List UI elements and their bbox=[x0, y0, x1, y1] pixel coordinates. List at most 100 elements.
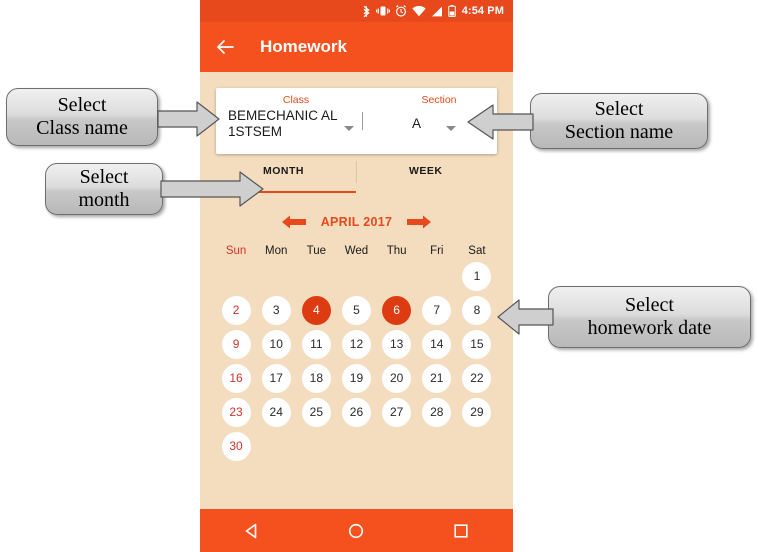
current-month-label: APRIL 2017 bbox=[320, 215, 393, 229]
arrow-left-icon[interactable] bbox=[281, 214, 307, 230]
calendar-day-17[interactable]: 17 bbox=[261, 363, 291, 393]
calendar-day-30[interactable]: 30 bbox=[221, 431, 251, 461]
calendar-day-empty bbox=[302, 432, 331, 461]
calendar-day-16[interactable]: 16 bbox=[221, 363, 251, 393]
calendar-cell bbox=[296, 431, 336, 461]
calendar-cell: 11 bbox=[296, 329, 336, 359]
dow-sat: Sat bbox=[468, 245, 486, 257]
calendar-cell: 18 bbox=[296, 363, 336, 393]
chevron-down-icon[interactable] bbox=[344, 126, 354, 131]
calendar-cell: 13 bbox=[377, 329, 417, 359]
dow-thu: Thu bbox=[386, 245, 407, 257]
calendar-week-row: 9 10 11 12 13 14 15 bbox=[216, 329, 497, 359]
calendar-day-13[interactable]: 13 bbox=[382, 329, 412, 359]
chevron-down-icon[interactable] bbox=[446, 126, 456, 131]
calendar-cell: 20 bbox=[377, 363, 417, 393]
calendar-cell bbox=[336, 261, 376, 291]
calendar-day-20[interactable]: 20 bbox=[382, 363, 412, 393]
callout-month: Select month bbox=[45, 163, 163, 215]
calendar-cell bbox=[336, 431, 376, 461]
calendar-day-27[interactable]: 27 bbox=[382, 397, 412, 427]
calendar-day-15[interactable]: 15 bbox=[462, 329, 492, 359]
callout-section-line1: Select bbox=[594, 98, 644, 120]
calendar-day-2[interactable]: 2 bbox=[221, 295, 251, 325]
calendar-day-24[interactable]: 24 bbox=[261, 397, 291, 427]
calendar-cell: 14 bbox=[417, 329, 457, 359]
calendar-day-23[interactable]: 23 bbox=[221, 397, 251, 427]
page-title: Homework bbox=[260, 37, 347, 56]
callout-month-line1: Select bbox=[79, 166, 129, 188]
callout-class-line1: Select bbox=[57, 94, 107, 116]
calendar-day-empty bbox=[422, 432, 451, 461]
calendar-day-empty bbox=[262, 432, 291, 461]
calendar-cell: 29 bbox=[457, 397, 497, 427]
callout-section-line2: Section name bbox=[564, 121, 674, 143]
calendar-day-22[interactable]: 22 bbox=[462, 363, 492, 393]
calendar-day-empty bbox=[422, 262, 451, 291]
calendar-cell bbox=[417, 261, 457, 291]
calendar-day-4[interactable]: 4 bbox=[301, 295, 331, 325]
calendar-day-5[interactable]: 5 bbox=[341, 295, 371, 325]
alarm-icon bbox=[395, 5, 407, 17]
calendar-cell: 6 bbox=[377, 295, 417, 325]
recents-square-icon[interactable] bbox=[451, 521, 471, 541]
calendar-cell bbox=[216, 261, 256, 291]
dow-fri: Fri bbox=[430, 245, 444, 257]
home-circle-icon[interactable] bbox=[346, 521, 366, 541]
wifi-icon bbox=[412, 5, 426, 17]
calendar-day-9[interactable]: 9 bbox=[221, 329, 251, 359]
calendar-day-12[interactable]: 12 bbox=[341, 329, 371, 359]
battery-icon bbox=[447, 5, 456, 17]
calendar-day-empty bbox=[302, 262, 331, 291]
status-bar-clock: 4:54 PM bbox=[461, 5, 504, 17]
callout-arrow-class bbox=[157, 101, 220, 137]
calendar-day-28[interactable]: 28 bbox=[422, 397, 452, 427]
calendar-day-29[interactable]: 29 bbox=[462, 397, 492, 427]
dow-mon: Mon bbox=[265, 245, 288, 257]
calendar-day-6[interactable]: 6 bbox=[382, 295, 412, 325]
calendar-week-row: 2345678 bbox=[216, 295, 497, 325]
calendar-cell: 3 bbox=[256, 295, 296, 325]
calendar-day-21[interactable]: 21 bbox=[422, 363, 452, 393]
dow-tue: Tue bbox=[306, 245, 327, 257]
dow-sun: Sun bbox=[225, 245, 247, 257]
calendar-day-25[interactable]: 25 bbox=[301, 397, 331, 427]
calendar-cell: 17 bbox=[256, 363, 296, 393]
calendar-day-empty bbox=[462, 432, 491, 461]
section-value: A bbox=[412, 116, 422, 131]
calendar-cell: 12 bbox=[336, 329, 376, 359]
calendar-cell: 19 bbox=[336, 363, 376, 393]
calendar-day-10[interactable]: 10 bbox=[261, 329, 291, 359]
calendar-day-7[interactable]: 7 bbox=[422, 295, 452, 325]
calendar-cell bbox=[296, 261, 336, 291]
calendar-day-8[interactable]: 8 bbox=[462, 295, 492, 325]
arrow-right-icon[interactable] bbox=[406, 214, 432, 230]
month-navigator: APRIL 2017 bbox=[200, 208, 513, 236]
calendar-cell: 10 bbox=[256, 329, 296, 359]
calendar-day-18[interactable]: 18 bbox=[301, 363, 331, 393]
calendar-cell: 21 bbox=[417, 363, 457, 393]
callout-arrow-month bbox=[160, 171, 264, 207]
system-nav-bar bbox=[200, 509, 513, 552]
calendar-day-26[interactable]: 26 bbox=[341, 397, 371, 427]
calendar-cell: 25 bbox=[296, 397, 336, 427]
tab-month[interactable]: MONTH bbox=[263, 165, 304, 177]
back-arrow-icon[interactable] bbox=[214, 36, 236, 58]
calendar-day-1[interactable]: 1 bbox=[462, 261, 492, 291]
app-bar: Homework bbox=[200, 22, 513, 72]
tab-week[interactable]: WEEK bbox=[409, 165, 443, 177]
class-section-card: Class BEMECHANIC AL1STSEM Section A bbox=[216, 88, 497, 154]
calendar-day-empty bbox=[342, 262, 371, 291]
back-triangle-icon[interactable] bbox=[242, 521, 262, 541]
calendar-cell: 27 bbox=[377, 397, 417, 427]
calendar-day-3[interactable]: 3 bbox=[261, 295, 291, 325]
calendar-cell: 22 bbox=[457, 363, 497, 393]
callout-homework-date: Select homework date bbox=[548, 286, 751, 348]
calendar-day-11[interactable]: 11 bbox=[301, 329, 331, 359]
class-dropdown[interactable]: Class BEMECHANIC AL1STSEM bbox=[216, 88, 376, 154]
text-cursor bbox=[362, 112, 363, 130]
calendar-day-19[interactable]: 19 bbox=[341, 363, 371, 393]
calendar-day-empty bbox=[222, 262, 251, 291]
calendar-day-14[interactable]: 14 bbox=[422, 329, 452, 359]
calendar-cell: 2 bbox=[216, 295, 256, 325]
